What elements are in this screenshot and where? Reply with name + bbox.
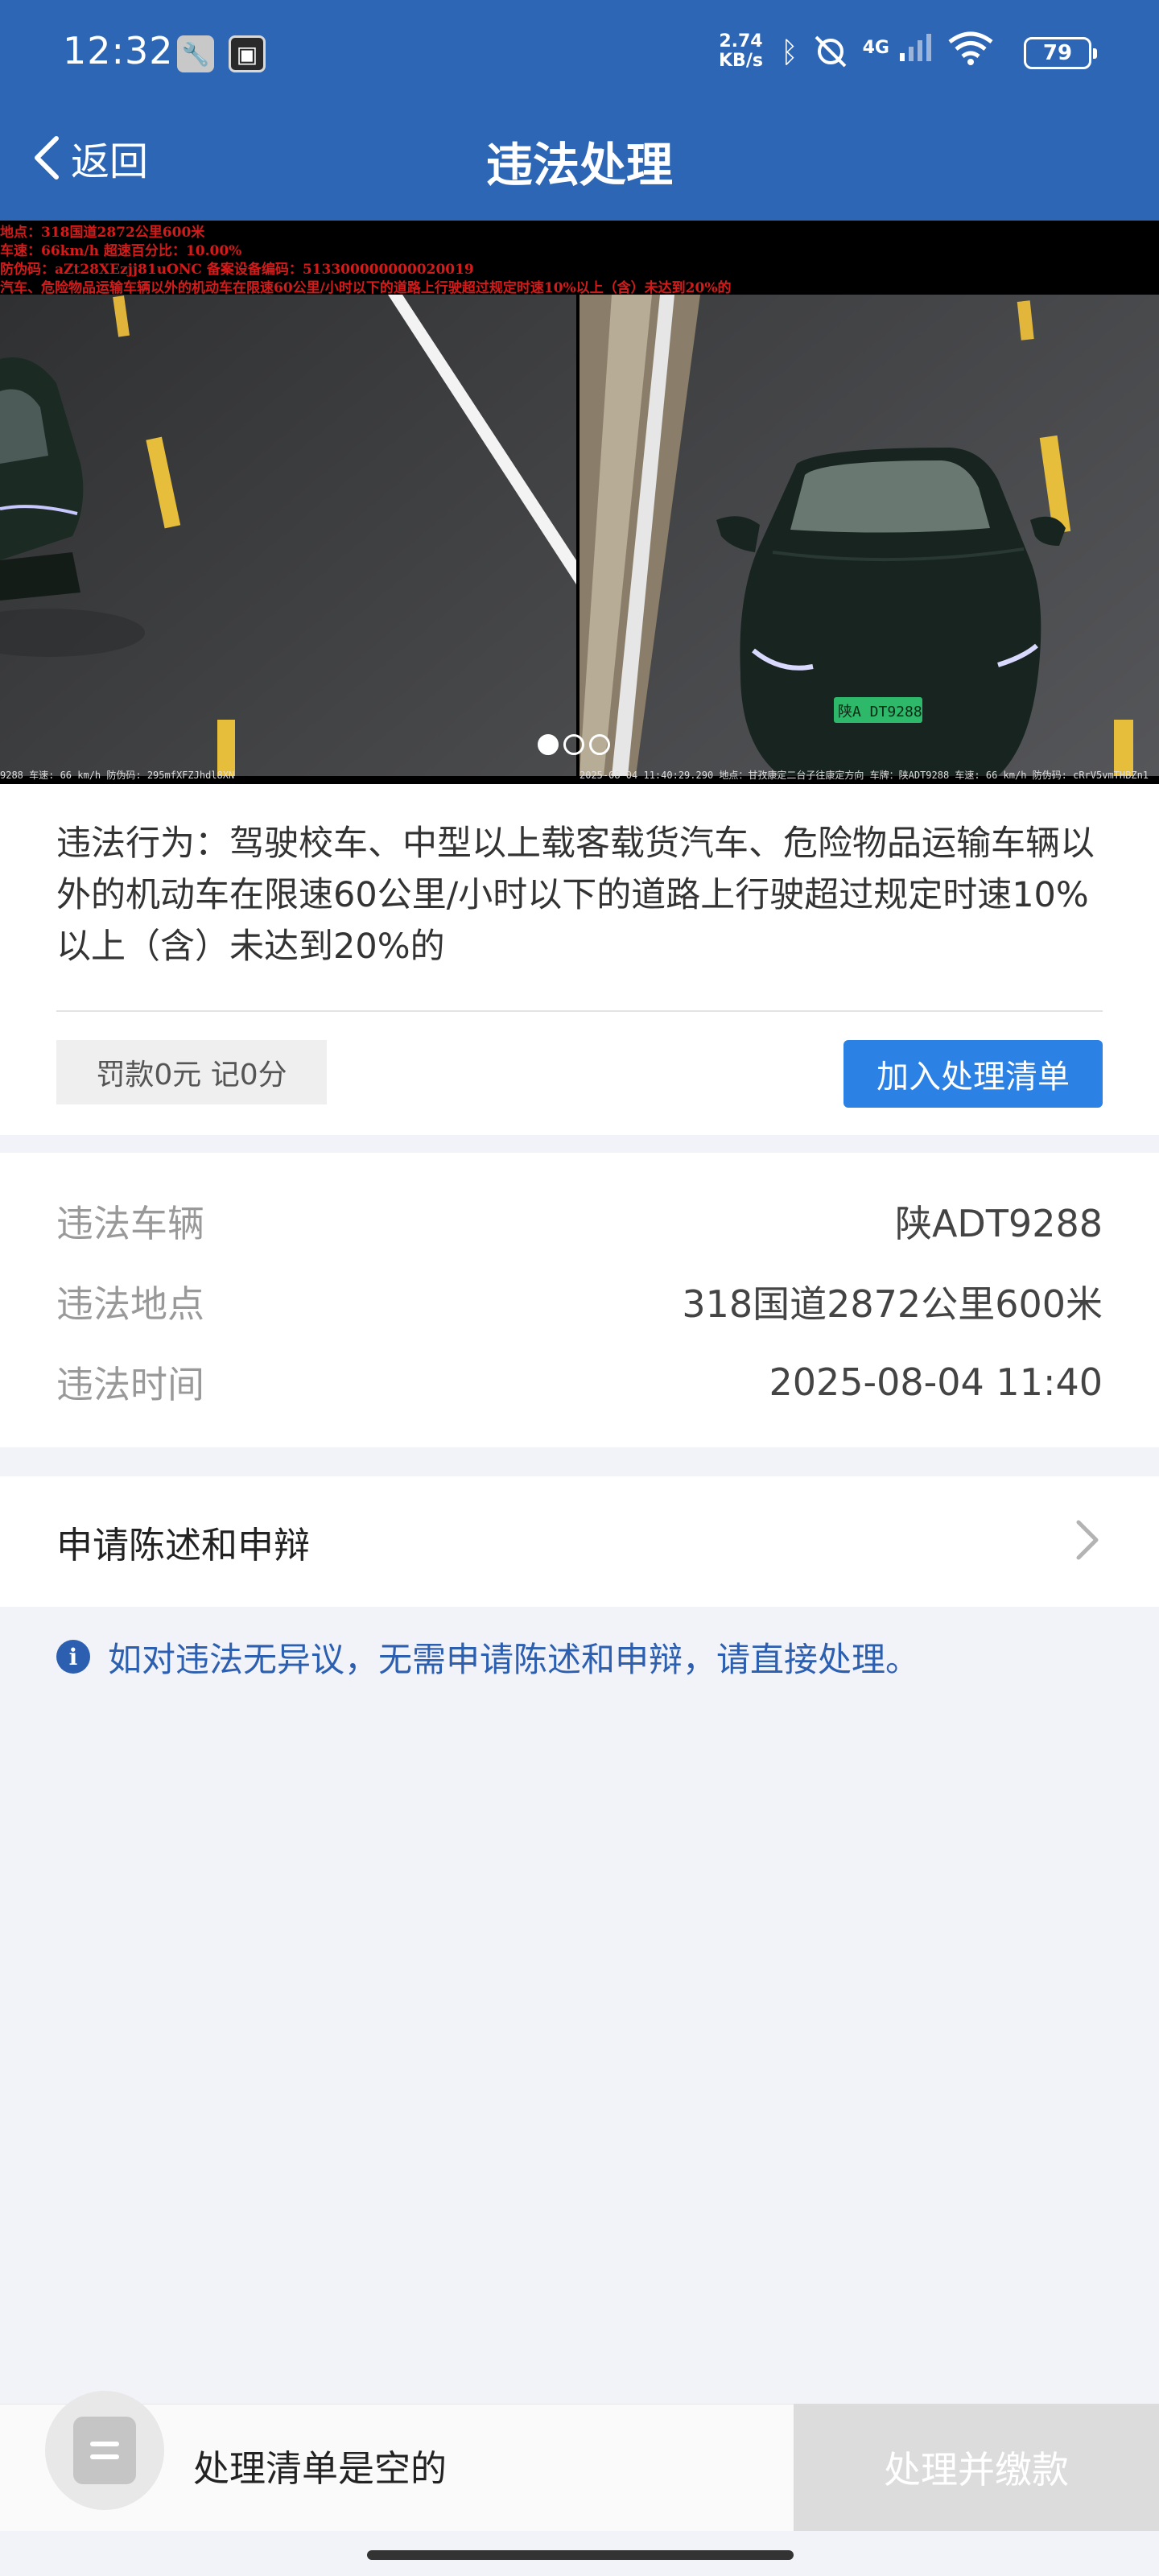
detail-label: 违法地点 (56, 1282, 204, 1326)
status-bar: 12:32 🔧 ▣ 2.74 KB/s ᛒ 4G 79 (0, 0, 1159, 108)
penalty-tag: 罚款0元 记0分 (56, 1040, 327, 1104)
chevron-right-icon (1070, 1516, 1103, 1567)
status-time: 12:32 (63, 29, 174, 72)
empty-list-text: 处理清单是空的 (193, 2447, 448, 2490)
photo-right-frame: 陕A DT9288 (580, 295, 1159, 776)
wrench-icon: 🔧 (177, 35, 214, 72)
carousel-dot[interactable] (589, 734, 610, 755)
alarm-muted-icon (811, 31, 850, 76)
process-and-pay-button[interactable]: 处理并缴款 (794, 2404, 1159, 2531)
carousel-dots (538, 734, 610, 755)
violation-photo-carousel[interactable]: 地点：318国道2872公里600米 车速：66km/h 超速百分比：10.00… (0, 221, 1159, 784)
info-icon: i (56, 1640, 90, 1674)
notice-text: 如对违法无异议，无需申请陈述和申辩，请直接处理。 (108, 1639, 920, 1679)
detail-value: 陕ADT9288 (894, 1202, 1103, 1245)
violation-behavior-label: 违法行为： (56, 824, 229, 864)
notice: i 如对违法无异议，无需申请陈述和申辩，请直接处理。 (56, 1626, 1119, 1687)
carousel-dot[interactable] (563, 734, 584, 755)
notes-app-icon: ▣ (229, 35, 266, 72)
wifi-icon (947, 31, 995, 76)
detail-label: 违法时间 (56, 1363, 204, 1406)
network-speed: 2.74 KB/s (719, 32, 763, 71)
network-type: 4G (862, 38, 889, 58)
photo-left-frame (0, 295, 576, 776)
photo-right-footer: 2025-08-04 11:40:29.290 地点：甘孜康定二台子往康定方向 … (580, 770, 1149, 781)
violation-behavior: 违法行为：驾驶校车、中型以上载客载货汽车、危险物品运输车辆以外的机动车在限速60… (56, 818, 1103, 972)
carousel-dot-active[interactable] (538, 734, 559, 755)
appeal-label: 申请陈述和申辩 (56, 1523, 311, 1567)
photo-caption-line: 地点：318国道2872公里600米 (0, 225, 205, 241)
cell-signal-icon: 4G (863, 31, 934, 76)
battery-indicator: 79 (1024, 37, 1097, 69)
processing-list-button[interactable] (45, 2391, 164, 2510)
add-to-list-button[interactable]: 加入处理清单 (843, 1040, 1103, 1108)
divider (56, 1010, 1103, 1012)
page-title: 违法处理 (485, 138, 673, 192)
photo-caption: 地点：318国道2872公里600米 车速：66km/h 超速百分比：10.00… (0, 224, 1159, 298)
network-speed-unit: KB/s (719, 51, 763, 71)
list-icon (73, 2417, 136, 2484)
detail-row-time: 违法时间 2025-08-04 11:40 (56, 1354, 1103, 1410)
app-header: 12:32 🔧 ▣ 2.74 KB/s ᛒ 4G 79 返回 违法处理 (0, 0, 1159, 221)
bluetooth-icon: ᛒ (781, 36, 798, 69)
detail-row-location: 违法地点 318国道2872公里600米 (56, 1274, 1103, 1330)
photo-caption-line: 防伪码：aZt28XEzjj81uONC 备案设备编码：513300000000… (0, 262, 474, 278)
detail-value: 2025-08-04 11:40 (769, 1360, 1103, 1404)
license-plate-text: 陕A DT9288 (838, 704, 922, 720)
network-speed-value: 2.74 (719, 31, 763, 52)
detail-value: 318国道2872公里600米 (682, 1282, 1103, 1326)
status-icons: ᛒ 4G (781, 31, 995, 76)
photo-caption-line: 车速：66km/h 超速百分比：10.00% (0, 243, 242, 259)
home-indicator[interactable] (367, 2550, 794, 2560)
appeal-row[interactable]: 申请陈述和申辩 (0, 1476, 1159, 1607)
detail-label: 违法车辆 (56, 1202, 204, 1245)
photo-left-footer: 9288 车速: 66 km/h 防伪码: 295mfXFZJhdl8XN (0, 770, 235, 781)
detail-row-vehicle: 违法车辆 陕ADT9288 (56, 1193, 1103, 1249)
